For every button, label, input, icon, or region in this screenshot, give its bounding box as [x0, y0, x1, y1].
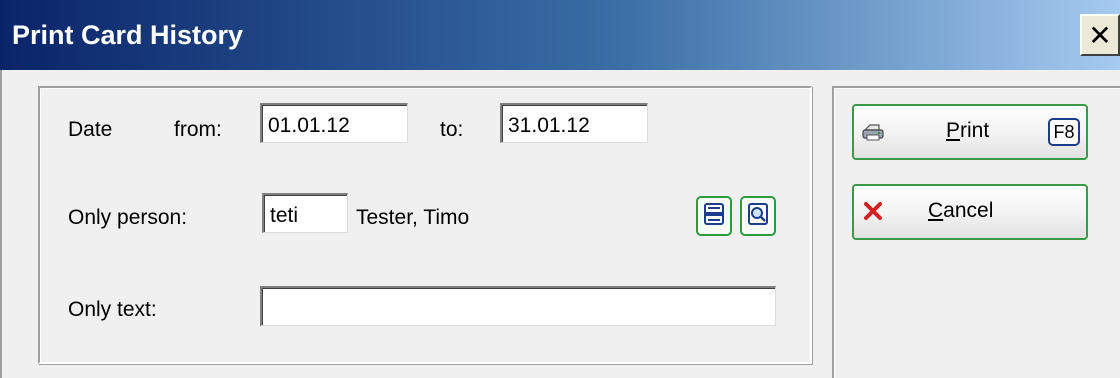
person-code-input[interactable] [262, 193, 348, 233]
cancel-mnemonic: C [928, 199, 944, 222]
printer-icon [862, 120, 884, 142]
close-icon: ✕ [1088, 18, 1112, 52]
person-list-icon [703, 202, 725, 231]
to-label: to: [440, 118, 464, 141]
cancel-button[interactable]: Cancel [852, 184, 1088, 240]
text-filter-input[interactable] [260, 286, 776, 326]
date-from-input[interactable] [260, 103, 408, 143]
date-to-input[interactable] [500, 103, 648, 143]
print-label: rint [960, 119, 990, 142]
print-button[interactable]: Print F8 [852, 104, 1088, 160]
person-list-button[interactable] [696, 196, 732, 236]
date-label: Date [68, 118, 113, 141]
from-label: from: [174, 118, 222, 141]
shortcut-badge: F8 [1048, 118, 1080, 146]
person-label: Only person: [68, 206, 188, 229]
window-title: Print Card History [12, 20, 244, 50]
person-name: Tester, Timo [356, 206, 470, 229]
red-x-icon [862, 200, 884, 222]
dialog-left-border [0, 70, 2, 378]
title-bar[interactable]: Print Card History ✕ [0, 0, 1120, 70]
person-search-button[interactable] [740, 196, 776, 236]
cancel-label: ancel [943, 199, 994, 222]
magnifier-icon [747, 202, 769, 231]
print-mnemonic: P [946, 119, 961, 142]
text-label: Only text: [68, 298, 157, 321]
close-button[interactable]: ✕ [1080, 14, 1120, 56]
